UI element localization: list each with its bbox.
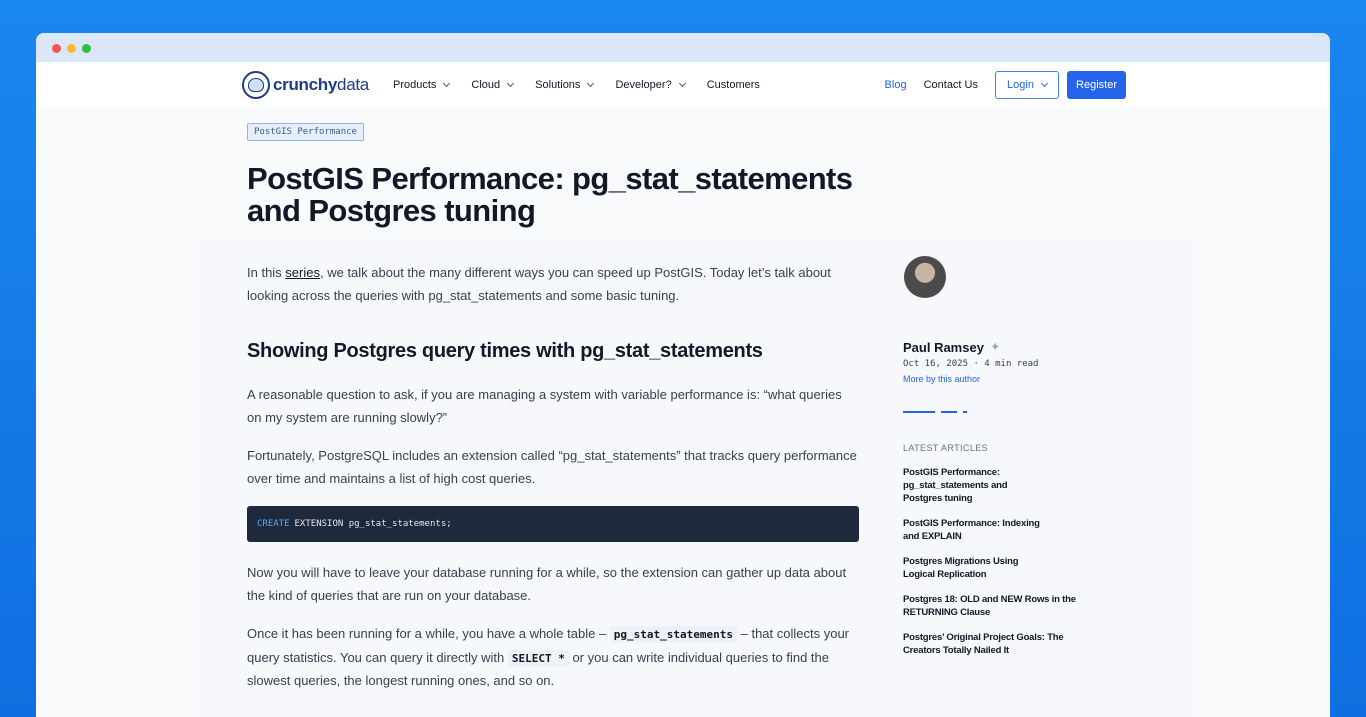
avatar[interactable] (904, 256, 946, 298)
nav-developer[interactable]: Developer? (615, 79, 686, 91)
code-block: CREATE EXTENSION pg_stat_statements; (247, 506, 859, 542)
code-keyword: CREATE (257, 518, 290, 529)
minimize-window-button[interactable] (67, 44, 76, 53)
logo-text: crunchydata (273, 75, 369, 94)
author-sidebar: Paul Ramsey ✦ Oct 16, 2025 · 4 min read M… (903, 256, 1083, 669)
browser-window: crunchydata Products Cloud Solutions Dev… (36, 33, 1330, 717)
right-nav: Blog Contact Us Login Register (885, 62, 1126, 108)
paragraph: Fortunately, PostgreSQL includes an exte… (247, 448, 857, 486)
latest-articles-list: PostGIS Performance: pg_stat_statements … (903, 466, 1083, 657)
paragraph: Once it has been running for a while, yo… (247, 626, 850, 688)
category-tag[interactable]: PostGIS Performance (247, 123, 364, 141)
chevron-down-icon (587, 79, 595, 88)
latest-article-link[interactable]: Postgres 18: OLD and NEW Rows in the RET… (903, 593, 1078, 619)
site-navbar: crunchydata Products Cloud Solutions Dev… (36, 62, 1330, 108)
latest-article-link[interactable]: Postgres Migrations Using Logical Replic… (903, 555, 1028, 581)
nav-cloud[interactable]: Cloud (471, 79, 515, 91)
maximize-window-button[interactable] (82, 44, 91, 53)
latest-articles-heading: LATEST ARTICLES (903, 443, 989, 453)
chevron-down-icon (1040, 79, 1048, 88)
blog-link[interactable]: Blog (885, 79, 907, 91)
article-body: In this series, we talk about the many d… (247, 262, 859, 709)
paragraph: A reasonable question to ask, if you are… (247, 387, 842, 425)
author-name[interactable]: Paul Ramsey ✦ (903, 340, 1083, 355)
intro-paragraph: In this series, we talk about the many d… (247, 265, 831, 303)
register-button[interactable]: Register (1067, 71, 1126, 99)
page-content: PostGIS Performance PostGIS Performance:… (36, 108, 1330, 717)
reading-progress (903, 411, 973, 413)
contact-us-link[interactable]: Contact Us (924, 79, 978, 91)
latest-article-link[interactable]: PostGIS Performance: pg_stat_statements … (903, 466, 1023, 505)
chevron-down-icon (443, 79, 451, 88)
chevron-down-icon (678, 79, 686, 88)
nav-solutions[interactable]: Solutions (535, 79, 595, 91)
nav-products[interactable]: Products (393, 79, 451, 91)
latest-article-link[interactable]: PostGIS Performance: Indexing and EXPLAI… (903, 517, 1048, 543)
login-button[interactable]: Login (995, 71, 1059, 99)
title-bar (36, 33, 1330, 62)
crunchy-data-logo[interactable]: crunchydata (242, 71, 369, 99)
code-text: EXTENSION pg_stat_statements; (294, 518, 452, 529)
chevron-down-icon (507, 79, 515, 88)
paragraph: Now you will have to leave your database… (247, 565, 847, 603)
latest-article-link[interactable]: Postgres’ Original Project Goals: The Cr… (903, 631, 1073, 657)
nav-customers[interactable]: Customers (707, 79, 760, 91)
section-heading: Showing Postgres query times with pg_sta… (247, 340, 763, 362)
series-link[interactable]: series (285, 265, 320, 280)
inline-code: SELECT * (507, 649, 569, 667)
post-meta: Oct 16, 2025 · 4 min read (903, 359, 1039, 369)
more-by-author-link[interactable]: More by this author (903, 374, 1083, 384)
article-title: PostGIS Performance: pg_stat_statements … (247, 161, 853, 228)
twitter-icon[interactable]: ✦ (991, 342, 999, 353)
elephant-logo-icon (242, 71, 270, 99)
inline-code: pg_stat_statements (609, 626, 738, 643)
close-window-button[interactable] (52, 44, 61, 53)
main-nav: Products Cloud Solutions Developer? Cust… (393, 62, 782, 108)
